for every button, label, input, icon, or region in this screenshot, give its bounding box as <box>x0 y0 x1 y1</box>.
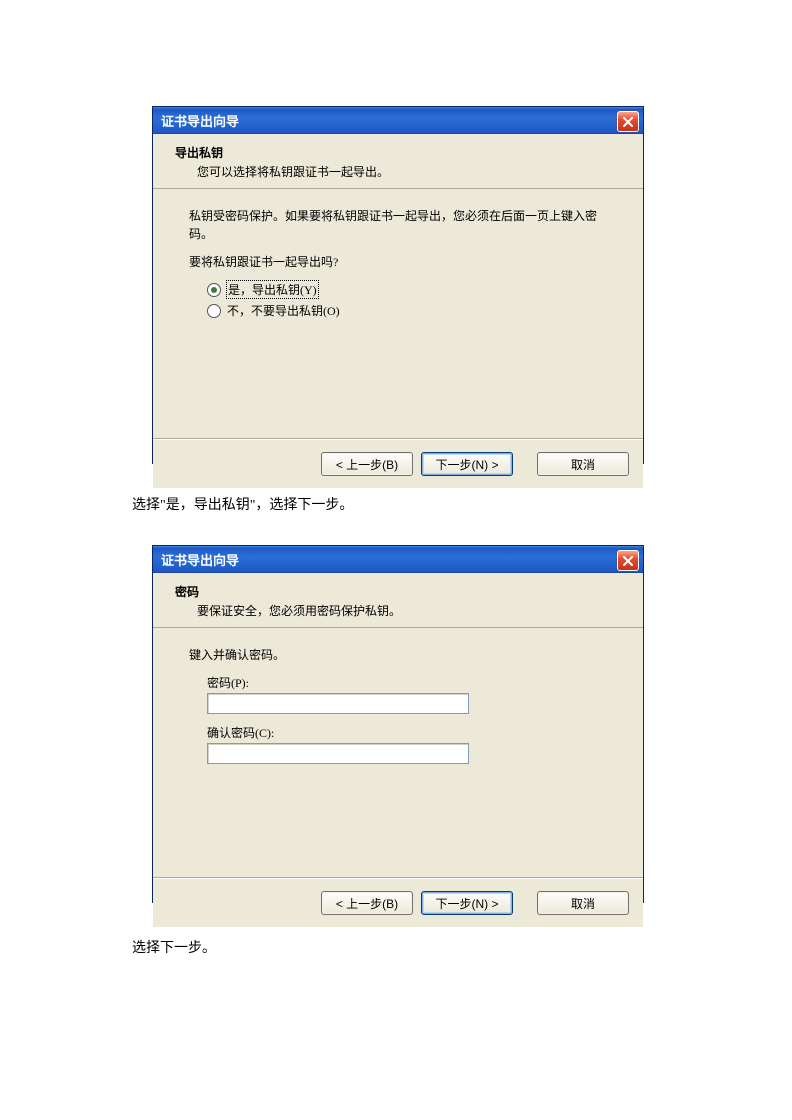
dialog-title: 证书导出向导 <box>161 111 239 130</box>
back-button[interactable]: < 上一步(B) <box>321 452 413 476</box>
confirm-password-label: 确认密码(C): <box>207 724 621 741</box>
wizard-header: 导出私钥 您可以选择将私钥跟证书一起导出。 <box>153 134 643 189</box>
instruction-caption-2: 选择下一步。 <box>132 937 216 957</box>
radio-yes-export[interactable]: 是，导出私钥(Y) <box>207 281 621 298</box>
cert-export-wizard-dialog-2: 证书导出向导 密码 要保证安全，您必须用密码保护私钥。 键入并确认密码。 密码(… <box>152 545 644 903</box>
button-row: < 上一步(B) 下一步(N) > 取消 <box>153 439 643 488</box>
wizard-header: 密码 要保证安全，您必须用密码保护私钥。 <box>153 573 643 628</box>
next-button[interactable]: 下一步(N) > <box>421 452 513 476</box>
titlebar[interactable]: 证书导出向导 <box>153 546 643 573</box>
header-title: 密码 <box>175 583 621 600</box>
password-field-block: 密码(P): <box>207 674 621 714</box>
password-input[interactable] <box>207 693 469 714</box>
cancel-button[interactable]: 取消 <box>537 891 629 915</box>
header-title: 导出私钥 <box>175 144 621 161</box>
dialog-title: 证书导出向导 <box>161 550 239 569</box>
header-subtitle: 您可以选择将私钥跟证书一起导出。 <box>197 163 621 180</box>
close-button[interactable] <box>617 550 639 571</box>
close-icon <box>623 117 633 127</box>
confirm-password-field-block: 确认密码(C): <box>207 724 621 764</box>
titlebar[interactable]: 证书导出向导 <box>153 107 643 134</box>
close-button[interactable] <box>617 111 639 132</box>
radio-no-export[interactable]: 不，不要导出私钥(O) <box>207 302 621 319</box>
radio-icon <box>207 304 221 318</box>
radio-no-label: 不，不要导出私钥(O) <box>227 302 340 319</box>
radio-icon <box>207 283 221 297</box>
question-text: 要将私钥跟证书一起导出吗? <box>189 253 621 271</box>
header-subtitle: 要保证安全，您必须用密码保护私钥。 <box>197 602 621 619</box>
password-label: 密码(P): <box>207 674 621 691</box>
cert-export-wizard-dialog-1: 证书导出向导 导出私钥 您可以选择将私钥跟证书一起导出。 私钥受密码保护。如果要… <box>152 106 644 464</box>
confirm-password-input[interactable] <box>207 743 469 764</box>
back-button[interactable]: < 上一步(B) <box>321 891 413 915</box>
info-text: 私钥受密码保护。如果要将私钥跟证书一起导出，您必须在后面一页上键入密码。 <box>189 207 609 243</box>
prompt-text: 键入并确认密码。 <box>189 646 621 664</box>
radio-yes-label: 是，导出私钥(Y) <box>227 281 318 298</box>
instruction-caption-1: 选择"是，导出私钥"，选择下一步。 <box>132 494 353 514</box>
next-button[interactable]: 下一步(N) > <box>421 891 513 915</box>
cancel-button[interactable]: 取消 <box>537 452 629 476</box>
close-icon <box>623 556 633 566</box>
button-row: < 上一步(B) 下一步(N) > 取消 <box>153 878 643 927</box>
